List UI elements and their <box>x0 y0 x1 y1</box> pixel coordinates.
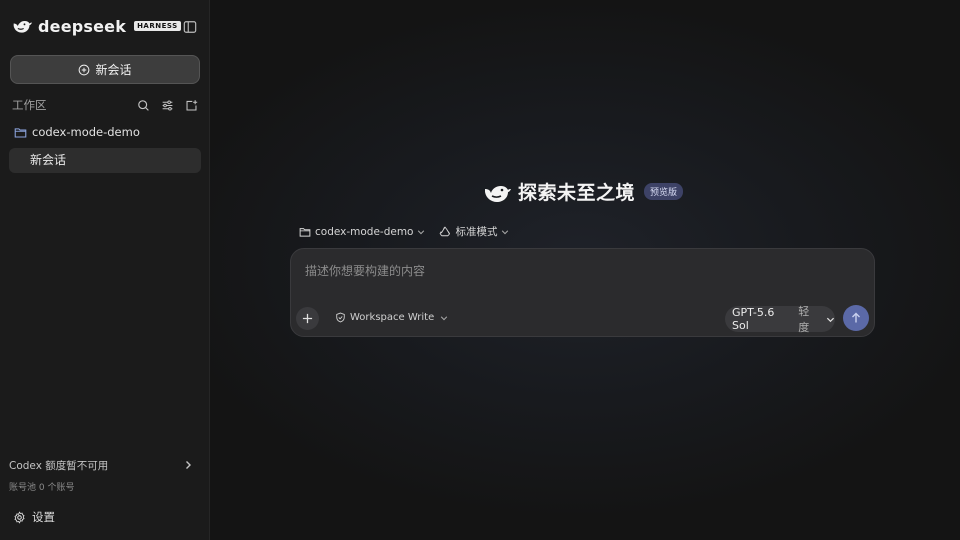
arrow-up-icon <box>852 312 860 323</box>
folder-plus-icon[interactable] <box>185 99 198 112</box>
workspace-title: 工作区 <box>12 98 47 112</box>
hero-title: 探索未至之境 <box>518 182 636 204</box>
quota-title: Codex 额度暂不可用 <box>9 460 109 472</box>
plus-circle-icon <box>79 64 90 75</box>
permission-selector[interactable]: Workspace Write <box>335 312 448 323</box>
model-selector[interactable]: GPT-5.6 Sol 轻度 <box>725 305 835 334</box>
new-chat-label: 新会话 <box>95 63 132 77</box>
chevron-down-icon <box>441 315 448 320</box>
session-item[interactable]: 新会话 <box>9 148 201 173</box>
shield-check-icon <box>336 312 345 323</box>
sliders-icon[interactable] <box>161 99 174 112</box>
send-button[interactable] <box>843 305 869 331</box>
chevron-down-icon <box>502 229 509 234</box>
search-icon[interactable] <box>137 99 150 112</box>
folder-icon <box>299 227 311 237</box>
attach-button[interactable] <box>296 307 319 330</box>
workspace-header: 工作区 <box>12 96 198 114</box>
quota-status[interactable]: Codex 额度暂不可用 账号池 0 个账号 <box>9 458 193 493</box>
new-chat-button[interactable]: 新会话 <box>10 55 200 84</box>
quota-subtitle: 账号池 0 个账号 <box>9 483 75 493</box>
project-label: codex-mode-demo <box>315 225 414 238</box>
folder-name: codex-mode-demo <box>32 125 140 139</box>
brand[interactable]: deepseek HARNESS <box>12 16 181 36</box>
gear-icon <box>14 510 25 524</box>
workspace-folder[interactable]: codex-mode-demo <box>14 125 140 139</box>
model-name: GPT-5.6 Sol <box>732 306 775 332</box>
folder-icon <box>14 127 27 137</box>
project-selector[interactable]: codex-mode-demo <box>299 226 425 238</box>
whale-icon <box>485 185 511 202</box>
plus-icon <box>302 313 313 324</box>
prompt-input[interactable] <box>303 261 863 281</box>
main-area: 探索未至之境 预览版 codex-mode-demo 标准模式 描述你想要构建的… <box>210 0 960 540</box>
mode-selector[interactable]: 标准模式 <box>439 224 509 239</box>
recycle-icon <box>440 225 451 236</box>
context-selectors: codex-mode-demo 标准模式 <box>299 224 509 239</box>
brand-badge: HARNESS <box>134 21 181 31</box>
sidebar-toggle-icon[interactable] <box>183 20 197 34</box>
chevron-down-icon <box>826 317 835 322</box>
chevron-right-icon <box>186 461 191 469</box>
settings-label: 设置 <box>32 510 55 524</box>
settings-button[interactable]: 设置 <box>13 509 55 525</box>
preview-badge: 预览版 <box>644 183 684 200</box>
composer: Workspace Write GPT-5.6 Sol 轻度 <box>290 248 875 337</box>
hero-heading: 探索未至之境 预览版 <box>484 178 684 205</box>
whale-icon <box>13 21 32 33</box>
chevron-down-icon <box>418 229 425 234</box>
model-level: 轻度 <box>798 305 810 334</box>
sidebar: deepseek HARNESS 新会话 工作区 codex-mode-demo… <box>0 0 210 540</box>
brand-name: deepseek <box>38 16 127 36</box>
permission-label: Workspace Write <box>350 312 435 323</box>
mode-label: 标准模式 <box>455 226 498 238</box>
